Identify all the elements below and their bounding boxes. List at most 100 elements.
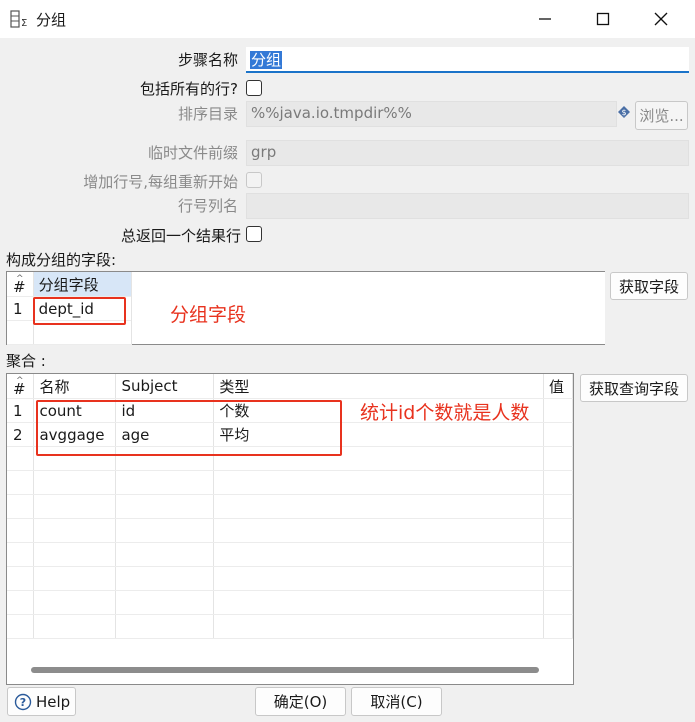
table-row-empty[interactable] xyxy=(7,518,574,543)
cell-empty[interactable] xyxy=(7,566,35,591)
cell-empty[interactable] xyxy=(115,518,215,543)
cell-empty[interactable] xyxy=(33,614,117,639)
col-header-subject[interactable]: Subject xyxy=(115,374,215,399)
add-line-number-checkbox[interactable] xyxy=(246,172,262,188)
cell-empty[interactable] xyxy=(543,566,574,591)
add-line-number-label: 增加行号,每组重新开始 xyxy=(83,173,238,191)
svg-text:?: ? xyxy=(20,696,26,709)
cell-empty[interactable] xyxy=(7,494,35,519)
cell-empty[interactable] xyxy=(7,446,35,471)
cell-empty[interactable] xyxy=(543,518,574,543)
highlight-box xyxy=(33,297,126,325)
minimize-icon xyxy=(539,18,551,20)
maximize-button[interactable] xyxy=(580,0,626,38)
horizontal-scrollbar[interactable] xyxy=(31,667,539,673)
col-header-index[interactable]: # xyxy=(7,374,35,399)
cell-empty[interactable] xyxy=(115,614,215,639)
cell-empty[interactable] xyxy=(213,494,544,519)
cell-empty[interactable] xyxy=(33,518,117,543)
table-sum-icon: Σ xyxy=(10,10,27,28)
cell-empty[interactable] xyxy=(115,566,215,591)
cell-empty[interactable] xyxy=(115,542,215,567)
variable-icon[interactable]: $ xyxy=(618,106,630,118)
cell-empty[interactable] xyxy=(543,446,574,471)
cell-empty[interactable] xyxy=(7,590,35,615)
cell-empty[interactable] xyxy=(33,590,117,615)
cell-value[interactable] xyxy=(543,422,574,447)
step-name-input[interactable]: 分组 xyxy=(246,47,689,73)
row-index-empty xyxy=(7,320,34,345)
cell-empty[interactable] xyxy=(213,470,544,495)
cell-empty[interactable] xyxy=(543,470,574,495)
include-all-rows-checkbox[interactable] xyxy=(246,80,262,96)
table-row-empty[interactable] xyxy=(7,590,574,615)
cell-empty[interactable] xyxy=(543,542,574,567)
col-header-value[interactable]: 值 xyxy=(543,374,574,399)
highlight-box xyxy=(36,400,342,456)
temp-prefix-input[interactable]: grp xyxy=(246,140,689,166)
cell-empty[interactable] xyxy=(115,470,215,495)
col-header-name[interactable]: 名称 xyxy=(33,374,117,399)
table-header-row: # 分组字段 xyxy=(7,272,133,297)
group-field-annotation: 分组字段 xyxy=(170,304,247,326)
cell-empty[interactable] xyxy=(7,614,35,639)
cell-empty[interactable] xyxy=(543,590,574,615)
cell-empty[interactable] xyxy=(7,470,35,495)
cell-empty[interactable] xyxy=(7,518,35,543)
help-button[interactable]: ? Help xyxy=(7,687,76,716)
aggregate-annotation: 统计id个数就是人数 xyxy=(360,402,530,424)
row-index: 2 xyxy=(7,422,35,447)
step-name-label: 步骤名称 xyxy=(177,51,238,69)
cell-empty[interactable] xyxy=(213,590,544,615)
svg-text:$: $ xyxy=(621,108,626,117)
cell-empty[interactable] xyxy=(115,590,215,615)
close-button[interactable] xyxy=(638,0,684,38)
table-row-empty[interactable] xyxy=(7,614,574,639)
cell-empty[interactable] xyxy=(33,494,117,519)
get-fields-button[interactable]: 获取字段 xyxy=(610,272,688,300)
table-row-empty[interactable] xyxy=(7,494,574,519)
table-row-empty[interactable] xyxy=(7,566,574,591)
table-header-row: # 名称 Subject 类型 值 xyxy=(7,374,574,399)
cell-empty[interactable] xyxy=(33,566,117,591)
group-fields-section-label: 构成分组的字段: xyxy=(6,251,117,269)
svg-text:Σ: Σ xyxy=(21,18,27,28)
cell-empty[interactable] xyxy=(213,518,544,543)
cell-empty[interactable] xyxy=(543,614,574,639)
ok-button[interactable]: 确定(O) xyxy=(255,687,346,716)
minimize-button[interactable] xyxy=(522,0,568,38)
get-lookup-fields-button[interactable]: 获取查询字段 xyxy=(580,374,688,402)
col-header-index[interactable]: # xyxy=(7,272,34,297)
close-icon xyxy=(654,12,668,26)
cell-empty[interactable] xyxy=(7,542,35,567)
help-label: Help xyxy=(36,692,71,711)
table-row-empty[interactable] xyxy=(7,542,574,567)
cell-empty[interactable] xyxy=(33,470,117,495)
cell-empty[interactable] xyxy=(33,542,117,567)
sort-dir-label: 排序目录 xyxy=(177,105,238,123)
temp-prefix-label: 临时文件前缀 xyxy=(147,144,238,162)
aggregates-section-label: 聚合 : xyxy=(6,352,46,370)
row-index: 1 xyxy=(7,296,34,321)
maximize-icon xyxy=(596,12,610,26)
step-name-value: 分组 xyxy=(250,51,283,69)
col-header-type[interactable]: 类型 xyxy=(213,374,544,399)
cell-empty[interactable] xyxy=(213,566,544,591)
cell-empty[interactable] xyxy=(543,494,574,519)
cell-empty[interactable] xyxy=(213,614,544,639)
always-one-row-checkbox[interactable] xyxy=(246,226,262,242)
table-row-empty[interactable] xyxy=(7,470,574,495)
sort-dir-input[interactable]: %%java.io.tmpdir%% xyxy=(246,101,617,127)
line-number-col-input[interactable] xyxy=(246,193,689,219)
help-icon: ? xyxy=(14,693,32,710)
col-header-group-field[interactable]: 分组字段 xyxy=(33,272,133,297)
cell-empty[interactable] xyxy=(213,542,544,567)
always-one-row-label: 总返回一个结果行 xyxy=(120,227,241,245)
cell-empty[interactable] xyxy=(115,494,215,519)
include-all-rows-label: 包括所有的行? xyxy=(140,80,238,98)
title-bar: Σ 分组 xyxy=(0,0,695,38)
line-number-col-label: 行号列名 xyxy=(177,197,238,215)
cell-value[interactable] xyxy=(543,398,574,423)
cancel-button[interactable]: 取消(C) xyxy=(351,687,442,716)
browse-button[interactable]: 浏览... xyxy=(635,101,688,130)
